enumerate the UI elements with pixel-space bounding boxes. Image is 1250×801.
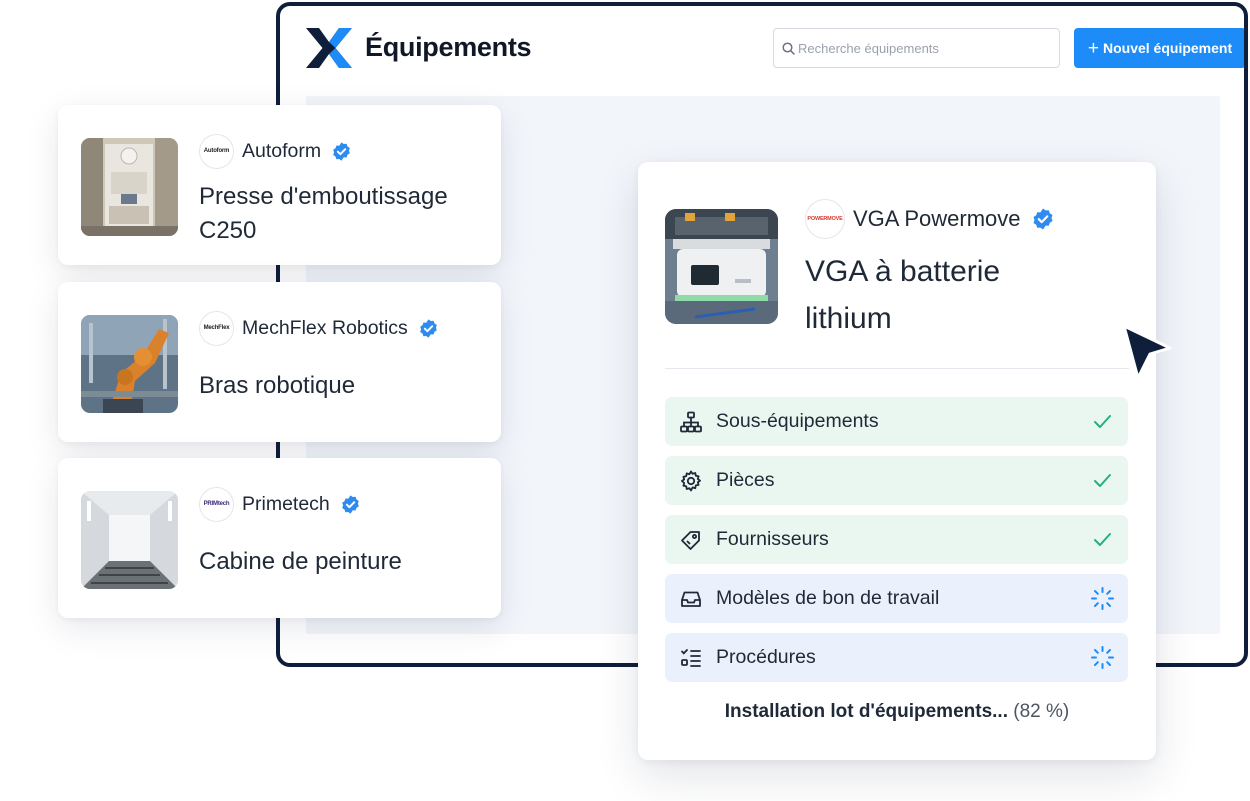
press-photo-icon [81,138,178,236]
mouse-cursor-icon [1122,324,1172,380]
install-step-pieces: Pièces [665,456,1128,505]
install-panel-title: VGA à batterie lithium [805,255,1001,335]
verified-badge-icon [1033,208,1053,230]
brand-logo: POWERMOVE [805,199,845,239]
app-logo-icon [306,28,352,68]
equipment-title: Bras robotique [199,372,356,399]
inbox-tray-icon [681,591,701,607]
step-label: Pièces [716,469,775,491]
progress-status: Installation lot d'équipements... (82 %) [638,701,1156,723]
robot-arm-photo-icon [81,315,178,413]
checklist-icon [681,648,701,667]
progress-label: Installation lot d'équipements... [724,701,1008,722]
brand-logo: MechFlex [199,310,234,346]
equipment-thumbnail [81,491,178,589]
app-header: Équipements + Nouvel équipement [280,6,1244,92]
equipment-card[interactable]: MechFlex MechFlex Robotics Bras robotiqu… [58,282,501,442]
brand-logo: Autoform [199,133,234,169]
equipment-title: Presse d'emboutissage C250 [199,183,448,244]
tag-icon [681,530,700,550]
equipment-card[interactable]: PRIMtech Primetech Cabine de peinture [58,458,501,618]
brand-row: MechFlex MechFlex Robotics [199,310,439,346]
verified-badge-icon [420,318,437,338]
loading-spinner-icon [1091,587,1114,610]
verified-badge-icon [341,494,359,514]
step-label: Modèles de bon de travail [716,587,940,609]
equipment-thumbnail [81,315,178,413]
step-label: Sous-équipements [716,410,879,432]
search-box[interactable] [773,28,1060,68]
check-icon [1094,415,1111,428]
hierarchy-icon [680,411,702,432]
verified-badge-icon [333,141,350,161]
agv-photo-icon [665,209,778,324]
brand-row: Autoform Autoform [199,133,352,169]
brand-name: Primetech [242,492,330,515]
brand-name: VGA Powermove [853,206,1021,231]
check-icon [1094,474,1111,487]
install-step-sous-equipements: Sous-équipements [665,397,1128,446]
new-equipment-button[interactable]: + Nouvel équipement [1074,28,1244,68]
progress-percent: (82 %) [1013,701,1070,722]
search-input[interactable] [798,29,1053,67]
divider [665,368,1129,369]
install-step-modeles-bon-de-travail: Modèles de bon de travail [665,574,1128,623]
step-label: Procédures [716,646,816,668]
step-label: Fournisseurs [716,528,829,550]
brand-row: POWERMOVE VGA Powermove [805,199,1055,239]
install-step-fournisseurs: Fournisseurs [665,515,1128,564]
brand-name: MechFlex Robotics [242,316,408,339]
loading-spinner-icon [1091,646,1114,669]
install-panel: POWERMOVE VGA Powermove VGA à batterie l… [638,162,1156,760]
equipment-title: Cabine de peinture [199,548,402,575]
brand-name: Autoform [242,139,322,162]
brand-row: PRIMtech Primetech [199,486,361,522]
equipment-card[interactable]: Autoform Autoform Presse d'emboutissage … [58,105,501,265]
install-step-procedures: Procédures [665,633,1128,682]
brand-logo: PRIMtech [199,486,234,522]
equipment-thumbnail [665,209,778,324]
new-equipment-label: Nouvel équipement [1102,40,1233,56]
plus-icon: + [1087,37,1099,59]
gear-icon [681,470,701,491]
page-title: Équipements [365,32,532,62]
equipment-thumbnail [81,138,178,236]
search-icon [782,42,795,55]
paint-booth-photo-icon [81,491,178,589]
check-icon [1094,533,1111,546]
